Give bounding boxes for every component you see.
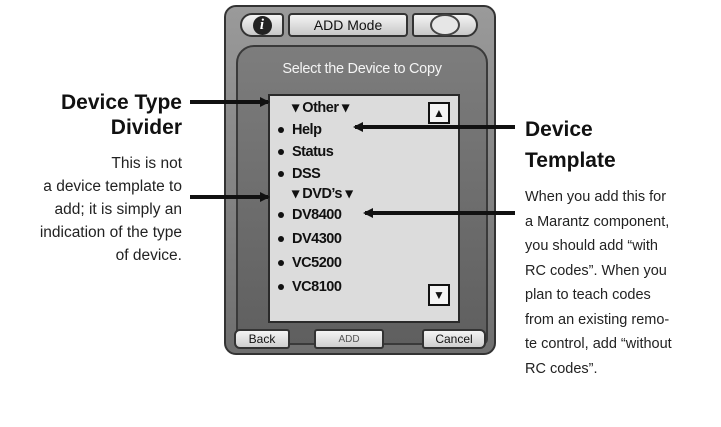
callout-arrows — [190, 97, 515, 218]
